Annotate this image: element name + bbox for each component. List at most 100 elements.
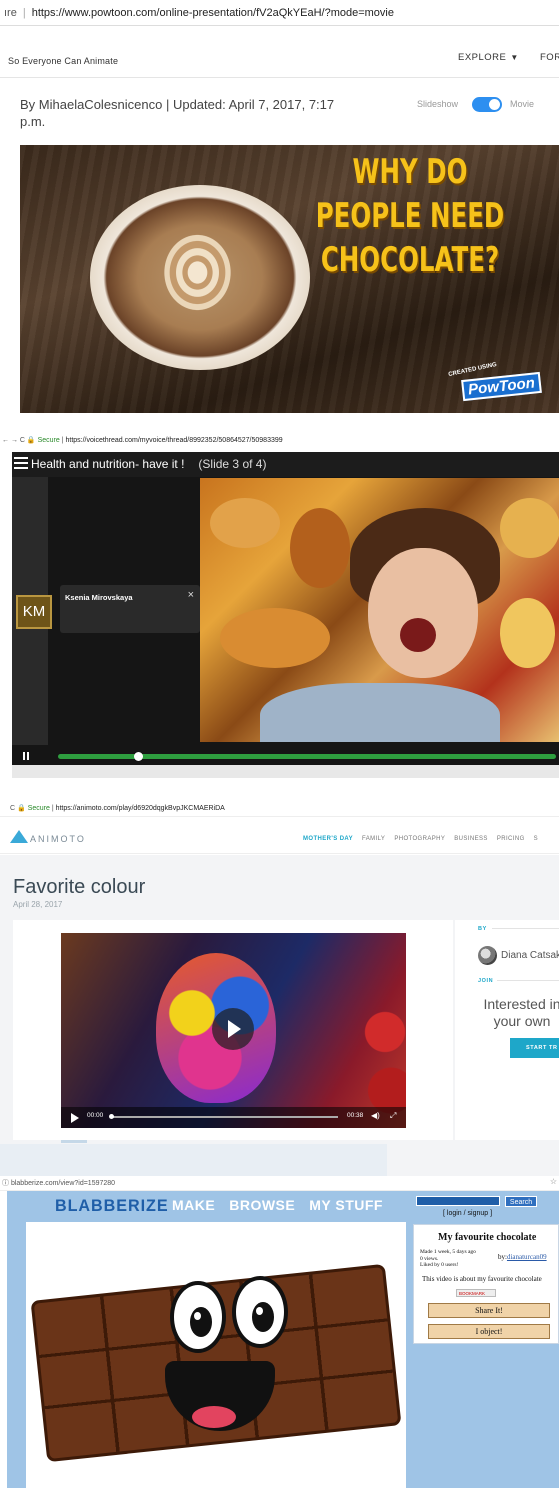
bookmark-widget[interactable]: BOOKMARK bbox=[456, 1289, 496, 1297]
progress-handle[interactable] bbox=[133, 752, 143, 761]
creator-link[interactable]: dianaturcan09 bbox=[507, 1253, 547, 1261]
video-description: This video is about my favourite chocola… bbox=[422, 1275, 542, 1283]
headline-line-3: CHOCOLATE? bbox=[320, 240, 500, 280]
pause-icon[interactable] bbox=[23, 752, 29, 760]
secure-label: Secure bbox=[27, 805, 50, 812]
video-title: Favorite colour bbox=[13, 876, 146, 898]
hamburger-menu-icon[interactable] bbox=[14, 457, 28, 469]
nav-make[interactable]: MAKE bbox=[172, 1197, 215, 1213]
author-byline: By MihaelaColesnicenco | Updated: April … bbox=[20, 97, 335, 129]
lower-strip bbox=[0, 1144, 387, 1176]
tongue bbox=[192, 1406, 236, 1428]
animoto-logo-icon[interactable] bbox=[10, 830, 28, 843]
seek-handle[interactable] bbox=[109, 1114, 114, 1119]
lock-icon: 🔒 bbox=[17, 805, 28, 812]
promo-line-2: your own bbox=[493, 1013, 551, 1029]
meta-liked: Liked by 0 users! bbox=[420, 1262, 459, 1268]
eye-left bbox=[170, 1281, 226, 1353]
secure-label: Secure bbox=[37, 437, 60, 444]
info-icon[interactable]: ⓘ bbox=[2, 1180, 9, 1187]
video-title: My favourite chocolate bbox=[438, 1232, 537, 1243]
thread-title-text: Health and nutrition- have it ! bbox=[31, 457, 185, 471]
url-text[interactable]: blabberize.com/view?id=1597280 bbox=[11, 1180, 115, 1187]
object-button[interactable]: I object! bbox=[428, 1324, 550, 1339]
thread-title: Health and nutrition- have it ! (Slide 3 … bbox=[31, 457, 266, 471]
burger-shape bbox=[290, 508, 350, 588]
creator-byline: by:dianaturcan09 bbox=[498, 1253, 547, 1261]
join-promo-text: Interested in your own bbox=[472, 996, 559, 1030]
burger-shape bbox=[500, 598, 555, 668]
nav-family[interactable]: FAMILY bbox=[362, 836, 385, 842]
author-name[interactable]: Diana Catsak bbox=[501, 950, 559, 961]
url-text[interactable]: https://animoto.com/play/d6920dqgkBvpJKC… bbox=[56, 805, 225, 812]
burger-shape bbox=[220, 608, 330, 668]
reload-icon[interactable]: C bbox=[10, 805, 15, 812]
nav-photography[interactable]: PHOTOGRAPHY bbox=[394, 836, 445, 842]
search-button[interactable]: Search bbox=[505, 1196, 537, 1207]
total-time: 00:38 bbox=[347, 1112, 364, 1119]
blabberize-panel: ⓘ blabberize.com/view?id=1597280 ☆ BLABB… bbox=[0, 1176, 559, 1488]
latte-art bbox=[160, 230, 235, 315]
start-trial-button[interactable]: START TR bbox=[510, 1038, 559, 1058]
share-button[interactable]: Share It! bbox=[428, 1303, 550, 1318]
video-meta: Made 1 week, 5 days ago 0 views. Liked b… bbox=[420, 1249, 476, 1269]
search-input[interactable] bbox=[416, 1196, 500, 1206]
address-bar[interactable]: ıre | https://www.powtoon.com/online-prese… bbox=[0, 0, 559, 26]
close-icon[interactable]: × bbox=[188, 589, 194, 601]
nav-browse[interactable]: BROWSE bbox=[229, 1197, 295, 1213]
presentation-slide[interactable]: WHY DO PEOPLE NEED CHOCOLATE? CREATED US… bbox=[20, 145, 559, 413]
address-bar[interactable]: ← → C 🔒 Secure | https://voicethread.com… bbox=[0, 432, 559, 450]
divider bbox=[492, 928, 559, 929]
by-label: BY bbox=[478, 926, 487, 932]
nav-my-stuff[interactable]: MY STUFF bbox=[309, 1197, 383, 1213]
mouth-shape bbox=[400, 618, 436, 652]
slide-indicator: (Slide 3 of 4) bbox=[198, 457, 267, 471]
nav-arrows-icon[interactable]: ← → C bbox=[2, 437, 25, 444]
nav-more[interactable]: S bbox=[534, 836, 538, 842]
address-bar[interactable]: C 🔒 Secure | https://animoto.com/play/d6… bbox=[0, 801, 559, 817]
fullscreen-icon[interactable]: ⤢ bbox=[390, 1111, 396, 1121]
burger-shape bbox=[210, 498, 280, 548]
burger-shape bbox=[500, 498, 559, 558]
play-icon[interactable] bbox=[212, 1008, 254, 1050]
mode-toggle[interactable] bbox=[472, 97, 502, 112]
nav-business[interactable]: BUSINESS bbox=[454, 836, 488, 842]
promo-line-1: Interested in bbox=[483, 996, 559, 1012]
nav-pricing[interactable]: PRICING bbox=[497, 836, 525, 842]
pupil bbox=[190, 1307, 212, 1337]
author-avatar[interactable] bbox=[478, 946, 497, 965]
join-label: JOIN bbox=[478, 978, 494, 984]
commenter-name: Ksenia Mirovskaya bbox=[65, 593, 133, 602]
address-bar[interactable]: ⓘ blabberize.com/view?id=1597280 bbox=[0, 1176, 559, 1191]
login-signup-link[interactable]: [ login / signup ] bbox=[443, 1210, 492, 1217]
powtoon-panel: ıre | https://www.powtoon.com/online-prese… bbox=[0, 0, 559, 425]
volume-icon[interactable]: ◀) bbox=[371, 1111, 380, 1120]
blabberize-logo[interactable]: BLABBERIZE bbox=[55, 1196, 169, 1216]
slide-image[interactable] bbox=[200, 478, 559, 742]
face-shape bbox=[368, 548, 478, 678]
url-text[interactable]: https://www.powtoon.com/online-presentat… bbox=[32, 7, 394, 19]
video-date: April 28, 2017 bbox=[13, 900, 63, 909]
bookmark-star-icon[interactable]: ☆ bbox=[550, 1177, 557, 1186]
caret-down-icon: ▼ bbox=[510, 53, 519, 62]
url-text[interactable]: https://voicethread.com/myvoice/thread/8… bbox=[65, 437, 282, 444]
progress-bar[interactable] bbox=[58, 754, 556, 759]
explore-menu[interactable]: EXPLORE ▼ bbox=[458, 52, 519, 63]
current-time: 00:00 bbox=[87, 1112, 104, 1119]
for-menu[interactable]: FOR bbox=[540, 52, 559, 63]
comment-panel: Ksenia Mirovskaya × bbox=[60, 585, 200, 633]
nav-mothers-day[interactable]: MOTHER'S DAY bbox=[303, 836, 353, 842]
animoto-panel: C 🔒 Secure | https://animoto.com/play/d6… bbox=[0, 778, 559, 1176]
eye-right bbox=[232, 1276, 288, 1348]
divider bbox=[497, 980, 559, 981]
pupil bbox=[252, 1302, 274, 1332]
headline-line-1: WHY DO bbox=[352, 152, 468, 192]
animoto-logo-text[interactable]: ANIMOTO bbox=[30, 834, 86, 844]
seek-bar[interactable] bbox=[110, 1116, 338, 1118]
roses-image bbox=[361, 993, 406, 1123]
play-small-icon[interactable] bbox=[71, 1113, 79, 1123]
tab-indicator bbox=[61, 1140, 87, 1143]
headline-line-2: PEOPLE NEED bbox=[315, 196, 505, 236]
commenter-avatar[interactable]: KM bbox=[16, 595, 52, 629]
powtoon-badge: CREATED USING PowToon bbox=[448, 362, 546, 402]
